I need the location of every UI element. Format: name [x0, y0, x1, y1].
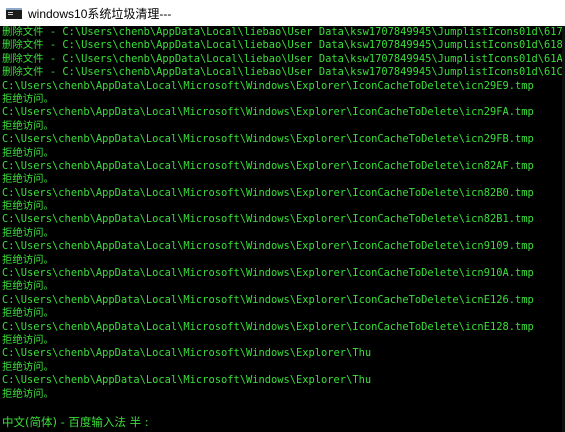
access-denied-line: 拒绝访问。 [2, 92, 54, 105]
access-denied-line: 拒绝访问。 [2, 280, 54, 293]
path-line: C:\Users\chenb\AppData\Local\Microsoft\W… [2, 79, 534, 92]
access-denied-line: 拒绝访问。 [2, 360, 54, 373]
access-denied-line: 拒绝访问。 [2, 200, 54, 213]
path-line: C:\Users\chenb\AppData\Local\Microsoft\W… [2, 320, 534, 333]
delete-file-line: 删除文件 - C:\Users\chenb\AppData\Local\lieb… [2, 39, 565, 52]
path-line: C:\Users\chenb\AppData\Local\Microsoft\W… [2, 133, 534, 146]
access-denied-line: 拒绝访问。 [2, 387, 54, 400]
path-line: C:\Users\chenb\AppData\Local\Microsoft\W… [2, 159, 534, 172]
path-line: C:\Users\chenb\AppData\Local\Microsoft\W… [2, 186, 534, 199]
path-line: C:\Users\chenb\AppData\Local\Microsoft\W… [2, 293, 534, 306]
access-denied-line: 拒绝访问。 [2, 307, 54, 320]
path-line: C:\Users\chenb\AppData\Local\Microsoft\W… [2, 374, 372, 387]
path-line: C:\Users\chenb\AppData\Local\Microsoft\W… [2, 213, 534, 226]
delete-file-line: 删除文件 - C:\Users\chenb\AppData\Local\lieb… [2, 26, 565, 38]
path-line: C:\Users\chenb\AppData\Local\Microsoft\W… [2, 267, 534, 280]
access-denied-line: 拒绝访问。 [2, 173, 54, 186]
access-denied-line: 拒绝访问。 [2, 146, 54, 159]
console-window-icon [6, 7, 22, 19]
console-output[interactable]: 删除文件 - C:\Users\chenb\AppData\Local\lieb… [2, 26, 565, 406]
ime-status-bar: 中文(简体) - 百度输入法 半 : [2, 415, 149, 429]
access-denied-line: 拒绝访问。 [2, 253, 54, 266]
console-window: windows10系统垃圾清理--- 删除文件 - C:\Users\chenb… [0, 0, 565, 432]
delete-file-line: 删除文件 - C:\Users\chenb\AppData\Local\lieb… [2, 66, 565, 79]
access-denied-line: 拒绝访问。 [2, 119, 54, 132]
access-denied-line: 拒绝访问。 [2, 226, 54, 239]
window-title: windows10系统垃圾清理--- [28, 6, 172, 21]
access-denied-line: 拒绝访问。 [2, 333, 54, 346]
title-bar[interactable]: windows10系统垃圾清理--- [0, 0, 565, 26]
delete-file-line: 删除文件 - C:\Users\chenb\AppData\Local\lieb… [2, 52, 565, 65]
path-line: C:\Users\chenb\AppData\Local\Microsoft\W… [2, 347, 372, 360]
path-line: C:\Users\chenb\AppData\Local\Microsoft\W… [2, 240, 534, 253]
path-line: C:\Users\chenb\AppData\Local\Microsoft\W… [2, 106, 534, 119]
